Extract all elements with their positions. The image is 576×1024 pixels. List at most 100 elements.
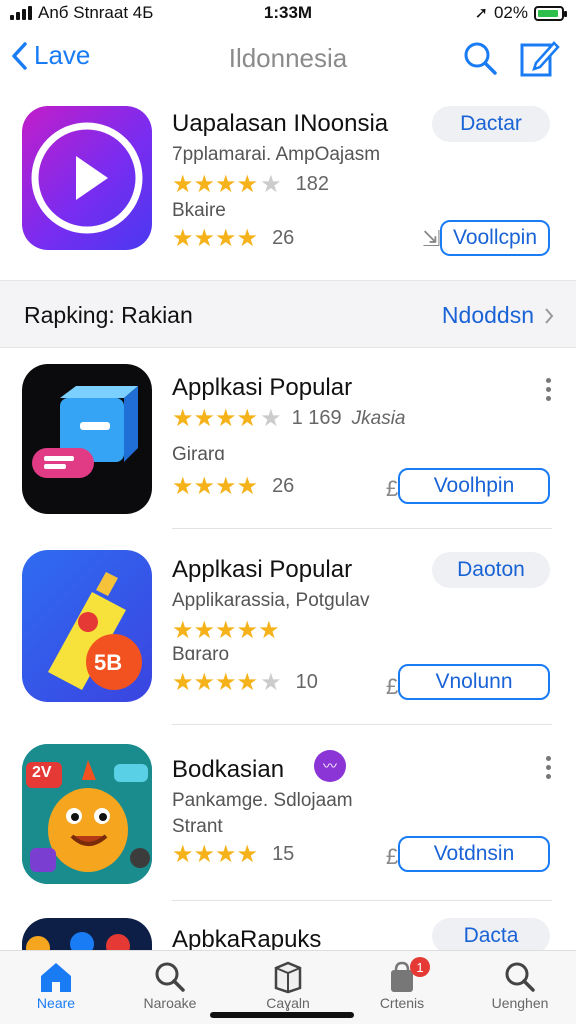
divider	[172, 724, 552, 725]
app-name: ApbkaRapuks	[172, 926, 322, 952]
app-subtitle: Applikarassia, Potgulav	[172, 590, 370, 611]
star-empty-icon: ★	[260, 171, 282, 198]
see-all-label: Ndoddsn	[441, 302, 534, 328]
see-all-link[interactable]: Ndoddsn	[442, 302, 554, 329]
star-icon: ★★★★	[172, 669, 259, 696]
get-button[interactable]: Dacta	[432, 918, 550, 952]
app-category: Strant	[172, 816, 223, 837]
star-icon: ★★★★	[172, 171, 259, 198]
home-indicator	[210, 1012, 354, 1018]
star-rating: ★★★★ 26	[172, 224, 294, 253]
featured-app-row[interactable]: Uapalasan INoonsia 7pplamarai. AmpOajasm…	[0, 100, 576, 275]
home-icon	[41, 963, 71, 992]
star-icon: ★★★★★	[172, 617, 280, 644]
tab-search[interactable]: Naroake	[120, 959, 220, 1011]
download-icon: £	[386, 674, 399, 699]
download-icon: £	[386, 844, 399, 869]
battery-icon	[534, 5, 567, 21]
back-button[interactable]: Lave	[10, 40, 90, 71]
compose-icon	[520, 41, 560, 77]
star-rating: ★★★★ 15	[172, 840, 294, 869]
tab-label: Neare	[36, 995, 76, 1011]
rating-count: 10	[295, 671, 318, 693]
back-label: Lave	[34, 40, 91, 70]
app-subtitle: Jkasia	[351, 407, 406, 429]
open-button[interactable]: Vnolunn	[398, 664, 550, 700]
icon-text: 2V	[32, 764, 52, 781]
app-row[interactable]: 2V Bodkasian 〰 Pankamge. Sdlojaam Strant…	[0, 740, 576, 900]
messenger-badge-icon: 〰	[314, 750, 346, 782]
star-rating: ★★★★ ★ 10	[172, 668, 318, 697]
battery-percent: 02%	[493, 3, 528, 22]
chevron-left-icon	[12, 41, 27, 70]
star-empty-icon: ★	[260, 405, 282, 432]
open-button[interactable]: Voollcpin	[440, 220, 550, 256]
tab-catalog[interactable]: Caɣaln	[238, 959, 338, 1011]
get-button[interactable]: Daoton	[432, 552, 550, 588]
star-rating: ★★★★ 26	[172, 472, 294, 501]
tab-search-2[interactable]: Uenghen	[470, 959, 570, 1011]
app-category: Bkaire	[172, 200, 226, 221]
more-options-icon[interactable]	[546, 756, 552, 779]
app-row[interactable]: 5B Applkasi Popular Applikarassia, Potgu…	[0, 548, 576, 718]
open-button[interactable]: Voolhpin	[398, 468, 550, 504]
tab-bar: Neare Naroake Caɣaln 1 Crtenis Uenghen	[0, 950, 576, 1024]
divider	[172, 900, 552, 901]
rating-count: 26	[272, 475, 295, 497]
tab-label: Naroake	[143, 995, 197, 1011]
star-rating: ★★★★ ★ 182	[172, 170, 329, 199]
section-title: Rapking: Rakian	[24, 302, 193, 328]
app-subtitle: Pankamge. Sdlojaam	[172, 790, 353, 811]
tab-label: Uenghen	[491, 995, 549, 1011]
app-category: Girarɑ	[172, 444, 225, 465]
app-icon-popsicle: 5B	[22, 550, 152, 702]
icon-text: 5B	[94, 650, 123, 675]
rating-count: 26	[272, 227, 295, 249]
star-icon: ★★★★	[172, 225, 259, 252]
star-rating: ★★★★★	[172, 616, 280, 645]
rating-count: 15	[272, 843, 295, 865]
rating-count: 182	[295, 173, 329, 195]
app-row[interactable]: ApbkaRapuks Dacta	[0, 916, 576, 952]
app-icon-video	[22, 106, 152, 250]
notification-badge: 1	[410, 957, 430, 977]
divider	[172, 528, 552, 529]
app-name: Uapalasan INoonsia	[172, 110, 389, 137]
search-icon	[155, 962, 185, 992]
rating-count: 1 169	[291, 407, 342, 429]
app-icon-character: 2V	[22, 744, 152, 884]
app-name: Applkasi Popular	[172, 556, 353, 583]
section-header: Rapking: Rakian Ndoddsn	[0, 280, 576, 348]
app-subtitle: 7pplamarai. AmpOajasm	[172, 144, 381, 165]
search-icon	[464, 42, 497, 75]
star-icon: ★★★★	[172, 405, 259, 432]
star-empty-icon: ★	[260, 669, 282, 696]
tab-label: Caɣaln	[266, 995, 310, 1011]
app-name: Applkasi Popular	[172, 374, 353, 401]
tab-updates[interactable]: 1 Crtenis	[352, 957, 452, 1011]
star-icon: ★★★★	[172, 473, 259, 500]
get-button[interactable]: Dactar	[432, 106, 550, 142]
download-icon: £	[386, 476, 399, 501]
search-icon	[505, 962, 535, 992]
chevron-right-icon	[545, 307, 554, 324]
compose-button[interactable]	[518, 37, 560, 84]
star-icon: ★★★★	[172, 841, 259, 868]
navigation-bar: Lave Ildonnesia	[0, 30, 576, 90]
tab-label: Crtenis	[379, 995, 425, 1011]
app-icon-partial	[22, 918, 152, 952]
star-rating: ★★★★ ★ 1 169 Jkasia	[172, 404, 406, 433]
tab-home[interactable]: Neare	[6, 959, 106, 1011]
status-bar: Anб Stnraat 4Б 1:33M ➚ 02%	[0, 0, 576, 28]
search-button[interactable]	[462, 40, 498, 81]
download-icon: ⇲	[422, 226, 441, 251]
play-icon	[31, 122, 143, 234]
app-row[interactable]: Applkasi Popular ★★★★ ★ 1 169 Jkasia Gira…	[0, 362, 576, 527]
location-icon: ➚	[474, 5, 488, 22]
app-name: Bodkasian	[172, 756, 285, 783]
open-button[interactable]: Votdnsin	[398, 836, 550, 872]
box-icon	[274, 961, 302, 994]
app-category: Bɑraro	[172, 644, 230, 665]
more-options-icon[interactable]	[546, 378, 552, 401]
app-icon-cube	[22, 364, 152, 514]
